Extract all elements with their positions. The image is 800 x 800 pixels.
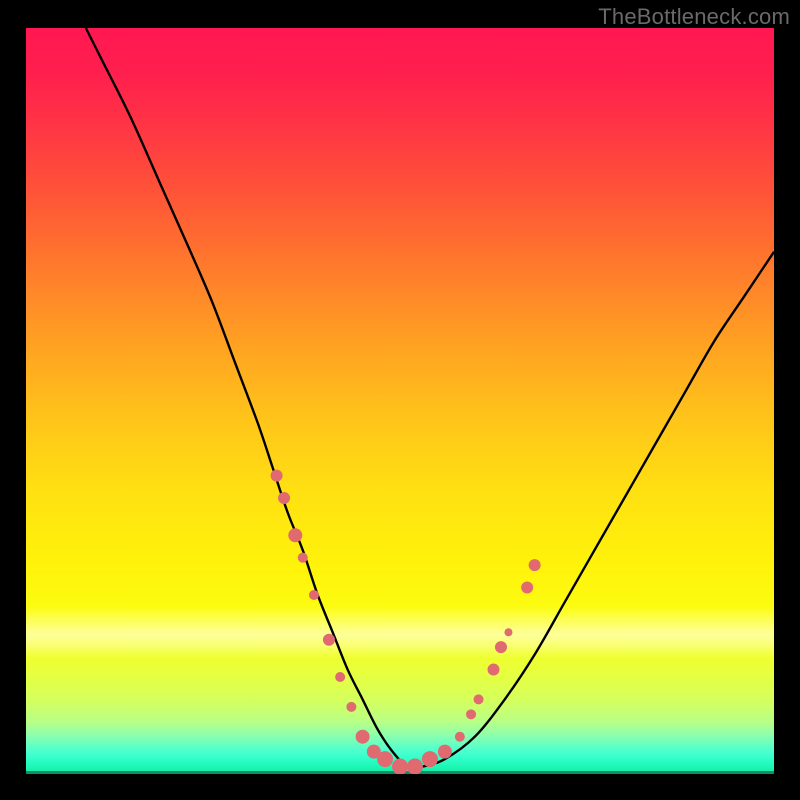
marker-dot — [495, 641, 507, 653]
marker-dot — [335, 672, 345, 682]
marker-dot — [422, 751, 438, 767]
chart-frame — [26, 28, 774, 774]
bottleneck-curve — [86, 28, 774, 768]
marker-dot — [356, 730, 370, 744]
marker-dot — [521, 582, 533, 594]
marker-dot — [474, 694, 484, 704]
marker-dot — [488, 664, 500, 676]
marker-dot — [298, 553, 308, 563]
marker-dot — [271, 470, 283, 482]
marker-dot — [377, 751, 393, 767]
marker-dot — [288, 528, 302, 542]
marker-dot — [309, 590, 319, 600]
marker-dot — [529, 559, 541, 571]
marker-dot — [278, 492, 290, 504]
marker-group — [271, 470, 541, 774]
marker-dot — [504, 628, 512, 636]
marker-dot — [466, 709, 476, 719]
watermark-text: TheBottleneck.com — [598, 4, 790, 30]
marker-dot — [407, 759, 423, 774]
chart-svg — [26, 28, 774, 774]
marker-dot — [392, 759, 408, 774]
marker-dot — [438, 745, 452, 759]
marker-dot — [323, 634, 335, 646]
marker-dot — [346, 702, 356, 712]
marker-dot — [455, 732, 465, 742]
